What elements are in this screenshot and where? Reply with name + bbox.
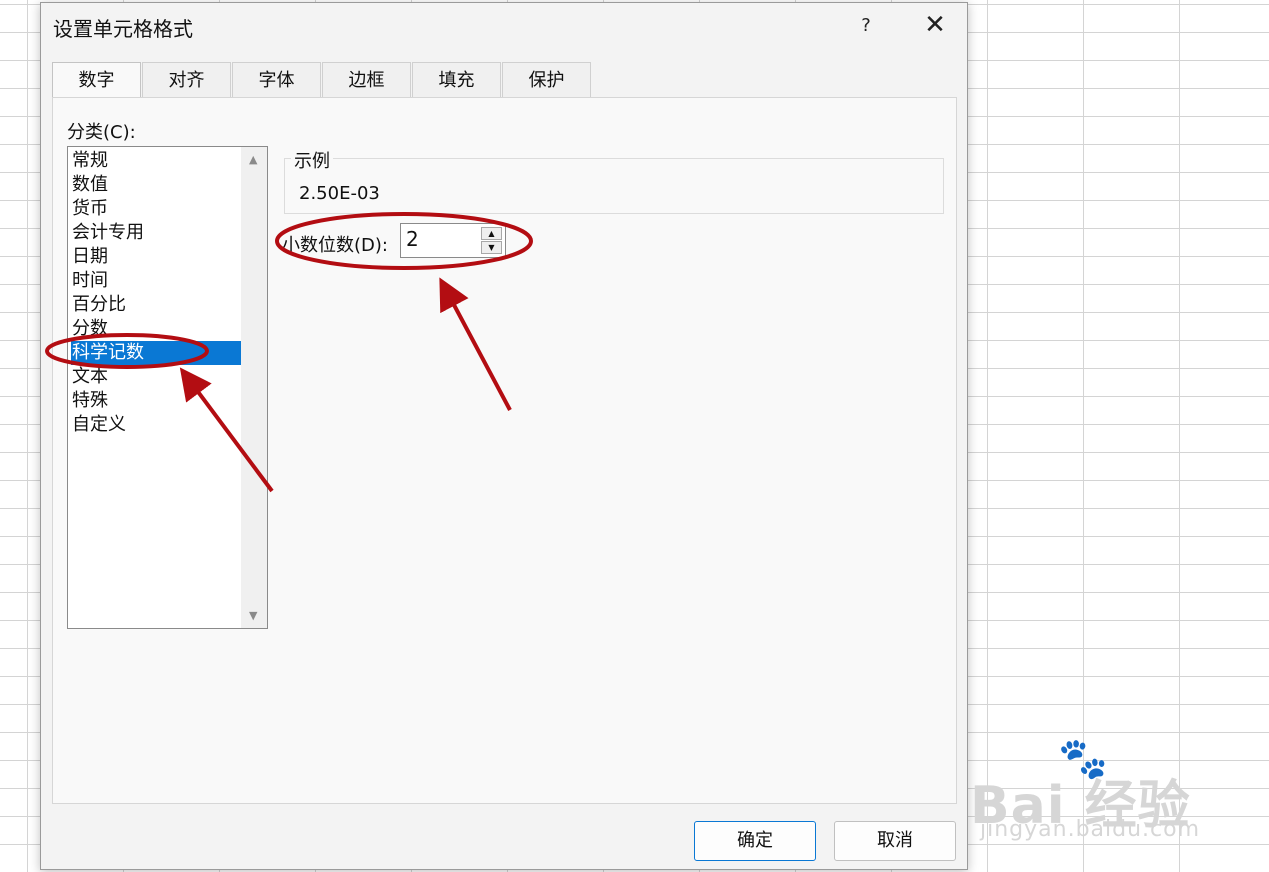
category-item-time[interactable]: 时间 xyxy=(71,269,242,293)
category-item-number[interactable]: 数值 xyxy=(71,173,242,197)
close-button[interactable]: ✕ xyxy=(919,9,951,41)
tab-border[interactable]: 边框 xyxy=(322,62,411,98)
category-item-scientific[interactable]: 科学记数 xyxy=(71,341,242,365)
scroll-down-arrow-icon[interactable]: ▼ xyxy=(249,609,257,622)
help-button[interactable]: ? xyxy=(851,11,881,41)
baidu-watermark: 🐾 Bai 经验 jingyan.baidu.com xyxy=(970,735,1210,842)
sample-legend: 示例 xyxy=(291,147,333,173)
spin-down-icon[interactable]: ▼ xyxy=(481,241,502,254)
category-label: 分类(C): xyxy=(67,122,136,143)
category-item-percentage[interactable]: 百分比 xyxy=(71,293,242,317)
category-item-text[interactable]: 文本 xyxy=(71,365,242,389)
decimal-places-value[interactable]: 2 xyxy=(406,227,419,251)
scroll-up-arrow-icon[interactable]: ▲ xyxy=(249,153,257,166)
spin-up-icon[interactable]: ▲ xyxy=(481,227,502,240)
category-item-fraction[interactable]: 分数 xyxy=(71,317,242,341)
category-list[interactable]: 常规 数值 货币 会计专用 日期 时间 百分比 分数 科学记数 文本 特殊 自定… xyxy=(67,146,268,629)
tab-number[interactable]: 数字 xyxy=(52,62,141,100)
category-item-custom[interactable]: 自定义 xyxy=(71,413,242,437)
sample-group: 2.50E-03 xyxy=(284,158,944,214)
decimal-places-stepper[interactable]: 2 ▲ ▼ xyxy=(400,223,506,258)
category-item-general[interactable]: 常规 xyxy=(71,149,242,173)
category-item-special[interactable]: 特殊 xyxy=(71,389,242,413)
category-item-currency[interactable]: 货币 xyxy=(71,197,242,221)
ok-button[interactable]: 确定 xyxy=(694,821,816,861)
tab-font[interactable]: 字体 xyxy=(232,62,321,98)
tab-fill[interactable]: 填充 xyxy=(412,62,501,98)
dialog-title: 设置单元格格式 xyxy=(53,17,193,41)
sample-value: 2.50E-03 xyxy=(299,183,380,204)
number-tab-panel: 分类(C): 常规 数值 货币 会计专用 日期 时间 百分比 分数 科学记数 文… xyxy=(52,97,957,804)
tab-alignment[interactable]: 对齐 xyxy=(142,62,231,98)
watermark-url: jingyan.baidu.com xyxy=(980,817,1201,842)
decimal-places-label: 小数位数(D): xyxy=(282,235,388,256)
category-item-date[interactable]: 日期 xyxy=(71,245,242,269)
cancel-button[interactable]: 取消 xyxy=(834,821,956,861)
category-item-accounting[interactable]: 会计专用 xyxy=(71,221,242,245)
format-cells-dialog: 设置单元格格式 ? ✕ 数字 对齐 字体 边框 填充 保护 分类(C): 常规 … xyxy=(40,2,968,870)
category-scrollbar[interactable]: ▲ ▼ xyxy=(241,147,267,628)
tab-protection[interactable]: 保护 xyxy=(502,62,591,98)
tab-bar: 数字 对齐 字体 边框 填充 保护 xyxy=(52,62,592,100)
